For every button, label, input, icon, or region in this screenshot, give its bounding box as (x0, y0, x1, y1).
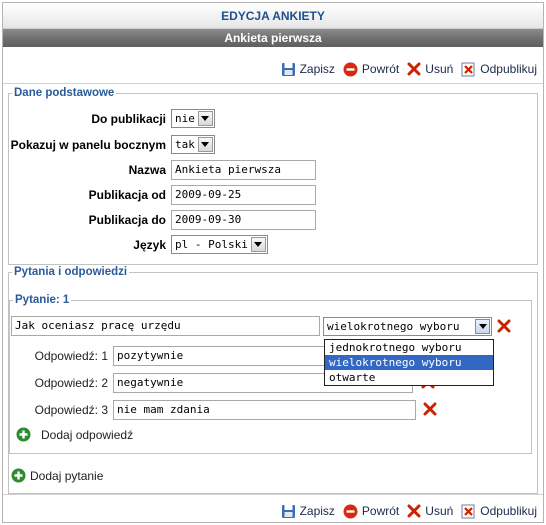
sidebar-select[interactable]: tak (171, 135, 215, 154)
unpublish-button[interactable]: Odpublikuj (461, 62, 537, 77)
delete-x-icon (407, 504, 421, 518)
language-select[interactable]: pl - Polski (171, 235, 268, 254)
published-value: nie (175, 112, 195, 125)
publish-from-row: Publikacja od 2009-09-25 (3, 184, 316, 205)
name-label: Nazwa (128, 162, 166, 177)
delete-label: Usuń (425, 504, 454, 518)
plus-circle-icon (16, 427, 31, 442)
survey-name-header: Ankieta pierwsza (3, 29, 543, 47)
minus-circle-icon (343, 504, 358, 518)
language-label: Język (133, 237, 166, 252)
basic-data-legend: Dane podstawowe (14, 87, 115, 99)
page-title: EDYCJA ANKIETY (3, 3, 543, 29)
published-select[interactable]: nie (171, 109, 215, 128)
question-1-legend: Pytanie: 1 (15, 294, 70, 306)
toolbar-top: Zapisz Powrót Usuń Odpublikuj (281, 59, 537, 79)
unpublish-label: Odpublikuj (480, 62, 537, 76)
divider (3, 83, 543, 84)
add-answer-button[interactable]: Dodaj odpowiedź (16, 427, 133, 442)
publish-to-row: Publikacja do 2009-09-30 (3, 209, 316, 230)
save-label: Zapisz (299, 504, 335, 518)
delete-x-icon (407, 62, 421, 76)
back-label: Powrót (361, 62, 400, 76)
survey-edit-panel: EDYCJA ANKIETY Ankieta pierwsza Zapisz P… (2, 2, 544, 523)
unpublish-button[interactable]: Odpublikuj (461, 504, 537, 519)
answer-3-input[interactable]: nie mam zdania (113, 399, 416, 420)
language-row: Język pl - Polski (3, 234, 268, 255)
publish-to-input[interactable]: 2009-09-30 (171, 209, 316, 230)
delete-question-icon[interactable] (497, 319, 511, 333)
question-type-dropdown: jednokrotnego wyboru wielokrotnego wybor… (324, 339, 494, 386)
chevron-down-icon (250, 237, 266, 252)
add-question-label: Dodaj pytanie (30, 468, 104, 483)
unpublish-icon (461, 62, 475, 76)
publish-to-label: Publikacja do (88, 212, 166, 227)
publish-from-label: Publikacja od (88, 187, 166, 202)
answer-row-3: Odpowiedź: 3 nie mam zdania (3, 399, 416, 420)
plus-circle-icon (11, 468, 26, 483)
dropdown-option[interactable]: jednokrotnego wyboru (325, 340, 493, 355)
sidebar-label: Pokazuj w panelu bocznym (10, 137, 166, 152)
save-button[interactable]: Zapisz (281, 62, 335, 77)
toolbar-bottom: Zapisz Powrót Usuń Odpublikuj (281, 501, 537, 521)
save-button[interactable]: Zapisz (281, 504, 335, 519)
back-button[interactable]: Powrót (343, 62, 399, 77)
answer-3-label: Odpowiedź: 3 (34, 402, 108, 417)
chevron-down-icon (475, 319, 490, 334)
add-question-button[interactable]: Dodaj pytanie (11, 468, 103, 483)
chevron-down-icon (197, 137, 213, 152)
answer-2-label: Odpowiedź: 2 (34, 375, 108, 390)
question-type-select[interactable]: wielokrotnego wyboru (323, 317, 492, 336)
delete-answer-3-icon[interactable] (423, 402, 437, 416)
chevron-down-icon (197, 111, 213, 126)
published-label: Do publikacji (91, 111, 166, 126)
back-button[interactable]: Powrót (343, 504, 399, 519)
delete-button[interactable]: Usuń (407, 62, 453, 76)
question-text-input[interactable]: Jak oceniasz pracę urzędu (11, 316, 320, 336)
unpublish-label: Odpublikuj (480, 504, 537, 518)
dropdown-option[interactable]: otwarte (325, 370, 493, 385)
dropdown-option-selected[interactable]: wielokrotnego wyboru (325, 355, 493, 370)
questions-legend: Pytania i odpowiedzi (14, 266, 128, 278)
published-row: Do publikacji nie (3, 108, 215, 129)
question-type-value: wielokrotnego wyboru (327, 320, 460, 333)
unpublish-icon (461, 504, 475, 518)
language-value: pl - Polski (175, 238, 248, 251)
sidebar-row: Pokazuj w panelu bocznym tak (3, 134, 215, 155)
delete-label: Usuń (425, 62, 454, 76)
add-answer-label: Dodaj odpowiedź (41, 427, 134, 442)
floppy-icon (281, 504, 295, 518)
back-label: Powrót (361, 504, 400, 518)
name-input[interactable]: Ankieta pierwsza (171, 159, 316, 180)
answer-1-label: Odpowiedź: 1 (34, 348, 108, 363)
delete-button[interactable]: Usuń (407, 504, 453, 518)
name-row: Nazwa Ankieta pierwsza (3, 159, 316, 180)
publish-from-input[interactable]: 2009-09-25 (171, 184, 316, 205)
floppy-icon (281, 62, 295, 76)
divider (3, 494, 543, 495)
minus-circle-icon (343, 62, 358, 76)
sidebar-value: tak (175, 138, 195, 151)
save-label: Zapisz (299, 62, 335, 76)
